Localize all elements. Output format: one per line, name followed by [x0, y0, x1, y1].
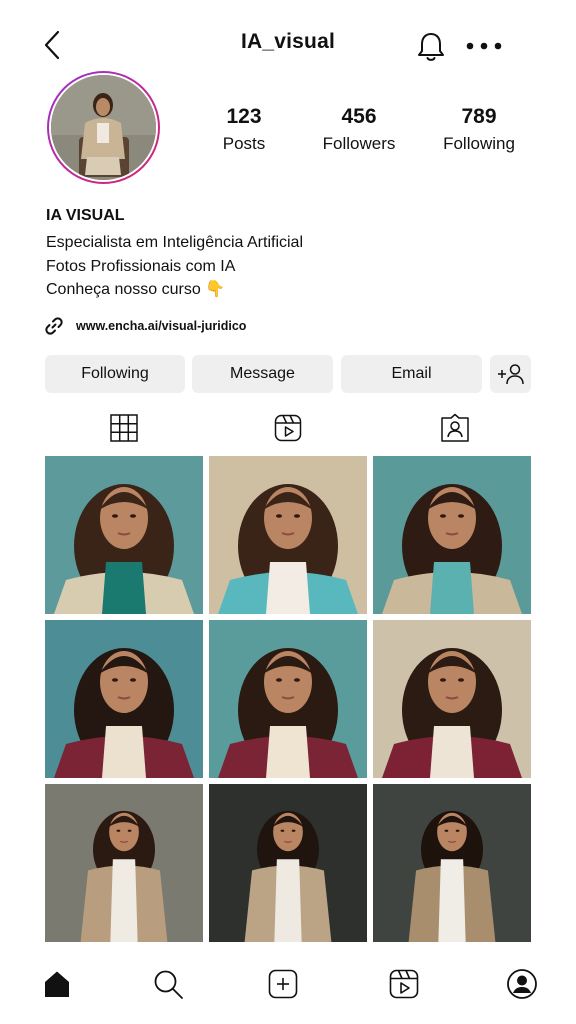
nav-home-button[interactable]: [37, 964, 77, 1004]
profile-icon: [507, 969, 537, 999]
profile-avatar[interactable]: [47, 71, 160, 184]
bottom-navigation: [0, 950, 576, 1024]
nav-reels-button[interactable]: [384, 964, 424, 1004]
profile-link-url[interactable]: www.encha.ai/visual-juridico: [76, 319, 246, 333]
grid-post[interactable]: [209, 784, 367, 942]
search-icon: [154, 970, 183, 999]
post-photo: [45, 620, 203, 778]
followers-count: 456: [341, 105, 377, 128]
post-photo: [209, 784, 367, 942]
profile-bio: IA VISUAL Especialista em Inteligência A…: [46, 206, 536, 302]
profile-tabs: [0, 410, 576, 446]
following-count: 789: [461, 105, 497, 128]
grid-post[interactable]: [45, 620, 203, 778]
add-post-icon: [268, 969, 298, 999]
profile-link[interactable]: www.encha.ai/visual-juridico: [44, 314, 246, 338]
grid-post[interactable]: [373, 456, 531, 614]
bio-line: Conheça nosso curso 👇: [46, 281, 226, 298]
following-button[interactable]: Following: [45, 355, 185, 393]
post-photo: [45, 784, 203, 942]
grid-post[interactable]: [373, 784, 531, 942]
grid-post[interactable]: [209, 456, 367, 614]
post-photo: [373, 620, 531, 778]
grid-post[interactable]: [45, 456, 203, 614]
grid-post[interactable]: [373, 620, 531, 778]
followers-stat[interactable]: 456 Followers: [299, 104, 419, 156]
home-icon: [45, 971, 69, 997]
post-photo: [373, 456, 531, 614]
posts-count: 123: [226, 105, 262, 128]
add-user-icon: [497, 364, 524, 385]
link-icon: [45, 317, 63, 335]
add-user-button[interactable]: [490, 355, 531, 393]
bell-icon: [418, 33, 444, 61]
post-photo: [209, 456, 367, 614]
nav-profile-button[interactable]: [502, 964, 542, 1004]
following-stat[interactable]: 789 Following: [419, 104, 539, 156]
tab-grid[interactable]: [106, 410, 142, 446]
nav-create-button[interactable]: [263, 964, 303, 1004]
more-horizontal-icon: [466, 42, 502, 50]
email-button[interactable]: Email: [341, 355, 482, 393]
post-photo: [373, 784, 531, 942]
message-button[interactable]: Message: [192, 355, 333, 393]
posts-grid: [45, 456, 531, 942]
notifications-button[interactable]: [415, 30, 447, 64]
nav-search-button[interactable]: [148, 964, 188, 1004]
followers-label: Followers: [322, 134, 396, 153]
bio-line: Fotos Profissionais com IA: [46, 257, 236, 275]
avatar-photo: [51, 75, 156, 180]
bio-line: Especialista em Inteligência Artificial: [46, 234, 304, 251]
display-name: IA VISUAL: [46, 207, 125, 224]
grid-post[interactable]: [45, 784, 203, 942]
reels-icon: [389, 969, 419, 999]
more-options-button[interactable]: [464, 36, 504, 56]
posts-label: Posts: [222, 134, 266, 153]
grid-icon: [110, 414, 138, 442]
posts-stat[interactable]: 123 Posts: [184, 104, 304, 156]
tab-tagged[interactable]: [437, 410, 473, 446]
post-photo: [209, 620, 367, 778]
reels-icon: [274, 414, 302, 442]
following-label: Following: [443, 134, 515, 153]
grid-post[interactable]: [209, 620, 367, 778]
post-photo: [45, 456, 203, 614]
tagged-user-icon: [441, 413, 469, 442]
tab-reels[interactable]: [270, 410, 306, 446]
